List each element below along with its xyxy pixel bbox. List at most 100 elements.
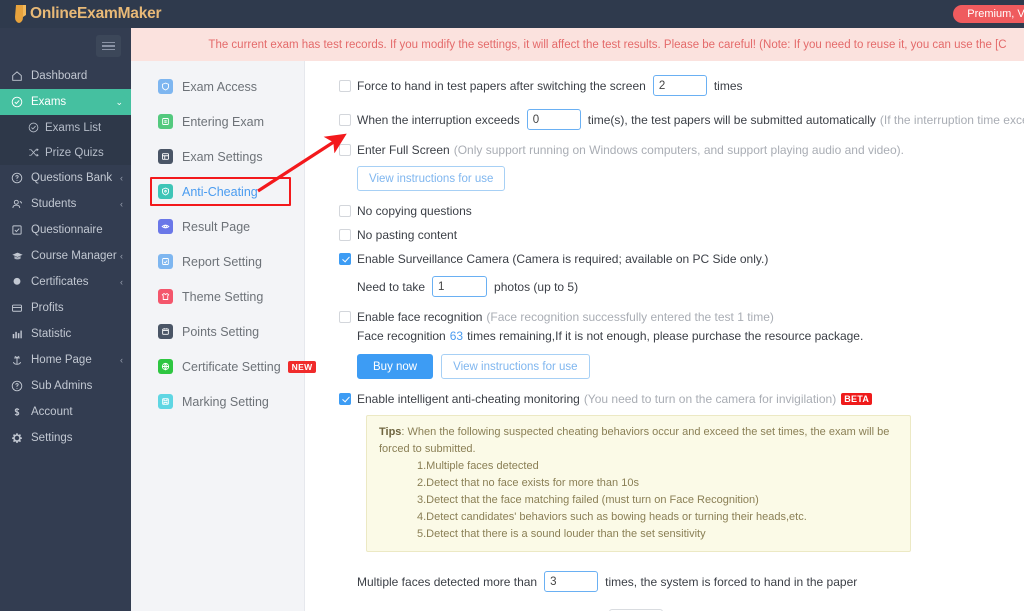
remaining-count: 63 xyxy=(449,329,464,343)
sidebar-item-questions-bank[interactable]: Questions Bank ‹ xyxy=(0,165,131,191)
sidebar-item-label: Home Page xyxy=(31,354,92,366)
logo-mark-icon xyxy=(14,4,27,24)
submenu-item-label: Points Setting xyxy=(182,324,260,339)
submenu-item-result-page[interactable]: Result Page xyxy=(131,209,304,244)
submenu-item-report-setting[interactable]: Report Setting xyxy=(131,244,304,279)
logo-text: OnlineExamMaker xyxy=(30,5,162,22)
hamburger-menu-icon[interactable] xyxy=(96,35,121,57)
sidebar-item-questionnaire[interactable]: Questionnaire xyxy=(0,217,131,243)
intelligent-monitoring-row: Enable intelligent anti-cheating monitor… xyxy=(339,392,1024,406)
multiple-faces-input[interactable] xyxy=(544,571,599,593)
tips-prefix: Tips xyxy=(379,426,402,438)
multiple-faces-row: Multiple faces detected more than times,… xyxy=(357,571,1024,593)
fullscreen-label: Enter Full Screen xyxy=(357,143,450,157)
sidebar-item-course-manager[interactable]: Course Manager ‹ xyxy=(0,243,131,269)
sidebar-item-sub-admins[interactable]: Sub Admins xyxy=(0,373,131,399)
photos-row: Need to take photos (up to 5) xyxy=(357,276,1024,297)
shield-icon xyxy=(158,79,173,94)
anti-cheating-settings-panel: Force to hand in test papers after switc… xyxy=(305,61,1024,611)
photos-suffix: photos (up to 5) xyxy=(494,279,579,294)
bar-chart-icon xyxy=(9,328,25,340)
switch-screen-times-input[interactable] xyxy=(652,75,707,96)
clipboard-check-icon xyxy=(9,224,25,236)
fullscreen-checkbox[interactable] xyxy=(339,144,351,156)
interruption-times-input[interactable] xyxy=(526,109,581,130)
sidebar-item-settings[interactable]: Settings xyxy=(0,425,131,451)
no-copy-checkbox[interactable] xyxy=(339,205,351,217)
fullscreen-instructions-row: View instructions for use xyxy=(357,166,1024,191)
no-paste-row: No pasting content xyxy=(339,228,1024,242)
remaining-suffix: times remaining,If it is not enough, ple… xyxy=(467,329,864,343)
sidebar-item-prize-quizs[interactable]: Prize Quizs xyxy=(0,140,131,165)
enter-icon xyxy=(158,114,173,129)
face-recognition-row: Enable face recognition (Face recognitio… xyxy=(339,310,1024,324)
sidebar-item-profits[interactable]: Profits xyxy=(0,295,131,321)
shuffle-icon xyxy=(26,147,40,158)
warning-banner: The current exam has test records. If yo… xyxy=(131,28,1024,61)
logo[interactable]: OnlineExamMaker xyxy=(14,0,162,28)
sidebar-item-home-page[interactable]: Home Page ‹ xyxy=(0,347,131,373)
tips-intro-line: Tips: When the following suspected cheat… xyxy=(379,424,900,458)
chevron-left-icon: ‹ xyxy=(120,199,123,209)
tips-intro: : When the following suspected cheating … xyxy=(379,426,890,456)
top-bar: OnlineExamMaker Premium, Va xyxy=(0,0,1024,28)
switch-screen-checkbox[interactable] xyxy=(339,79,351,92)
face-recognition-remaining-row: Face recognition 63 times remaining,If i… xyxy=(357,329,1024,343)
tips-list-item: 4.Detect candidates' behaviors such as b… xyxy=(417,511,807,524)
tips-list-item: 2.Detect that no face exists for more th… xyxy=(417,477,639,490)
face-recognition-label: Enable face recognition xyxy=(357,310,483,324)
tips-list-item: 1.Multiple faces detected xyxy=(417,460,539,473)
submenu-item-label: Certificate Setting xyxy=(182,359,281,374)
sidebar-item-label: Exams xyxy=(31,96,67,108)
sidebar-item-dashboard[interactable]: Dashboard xyxy=(0,63,131,89)
face-recognition-checkbox[interactable] xyxy=(339,311,351,323)
surveillance-checkbox[interactable] xyxy=(339,253,351,265)
interruption-label: When the interruption exceeds xyxy=(357,112,520,127)
no-paste-checkbox[interactable] xyxy=(339,229,351,241)
sidebar-item-account[interactable]: Account xyxy=(0,399,131,425)
submenu-item-marking-setting[interactable]: Marking Setting xyxy=(131,384,304,419)
switch-screen-row: Force to hand in test papers after switc… xyxy=(339,75,1024,96)
submenu-item-points-setting[interactable]: Points Setting xyxy=(131,314,304,349)
seal-icon xyxy=(9,276,25,288)
remaining-prefix: Face recognition xyxy=(357,329,446,343)
chevron-left-icon: ‹ xyxy=(120,277,123,287)
submenu-item-label: Anti-Cheating xyxy=(182,184,258,199)
interruption-suffix: time(s), the test papers will be submitt… xyxy=(587,112,876,127)
gear-icon xyxy=(9,432,25,444)
sidebar-item-exams[interactable]: Exams ⌄ xyxy=(0,89,131,115)
chevron-left-icon: ‹ xyxy=(120,173,123,183)
sidebar-item-statistic[interactable]: Statistic xyxy=(0,321,131,347)
fullscreen-instructions-button[interactable]: View instructions for use xyxy=(357,166,506,191)
tips-list-item: 3.Detect that the face matching failed (… xyxy=(417,494,759,507)
users-icon xyxy=(9,198,25,210)
submenu-item-label: Marking Setting xyxy=(182,394,269,409)
photos-count-input[interactable] xyxy=(432,276,488,297)
sidebar-item-label: Account xyxy=(31,406,73,418)
graduation-cap-icon xyxy=(9,250,25,262)
interruption-checkbox[interactable] xyxy=(339,113,351,126)
premium-badge[interactable]: Premium, Va xyxy=(953,5,1024,23)
submenu-item-anti-cheating[interactable]: Anti-Cheating xyxy=(131,174,304,209)
submenu-item-exam-settings[interactable]: Exam Settings xyxy=(131,139,304,174)
tips-list-item: 5.Detect that there is a sound louder th… xyxy=(417,528,706,541)
sidebar-item-students[interactable]: Students ‹ xyxy=(0,191,131,217)
buy-now-button[interactable]: Buy now xyxy=(357,354,434,379)
wallet-icon xyxy=(9,302,25,314)
shirt-icon xyxy=(158,289,173,304)
submenu-item-entering-exam[interactable]: Entering Exam xyxy=(131,104,304,139)
submenu-item-theme-setting[interactable]: Theme Setting xyxy=(131,279,304,314)
photos-label: Need to take xyxy=(357,279,426,294)
sidebar-item-exams-list[interactable]: Exams List xyxy=(0,115,131,140)
face-recognition-instructions-button[interactable]: View instructions for use xyxy=(441,354,590,379)
multiple-faces-label: Multiple faces detected more than xyxy=(357,574,538,589)
sidebar-subitem-label: Exams List xyxy=(45,121,102,134)
save-icon xyxy=(158,394,173,409)
intelligent-monitoring-checkbox[interactable] xyxy=(339,393,351,405)
submenu-item-exam-access[interactable]: Exam Access xyxy=(131,69,304,104)
sidebar-item-certificates[interactable]: Certificates ‹ xyxy=(0,269,131,295)
anchor-icon xyxy=(9,354,25,366)
surveillance-row: Enable Surveillance Camera (Camera is re… xyxy=(339,252,1024,266)
face-recognition-hint: (Face recognition successfully entered t… xyxy=(486,310,774,324)
submenu-item-certificate-setting[interactable]: Certificate Setting NEW xyxy=(131,349,317,384)
